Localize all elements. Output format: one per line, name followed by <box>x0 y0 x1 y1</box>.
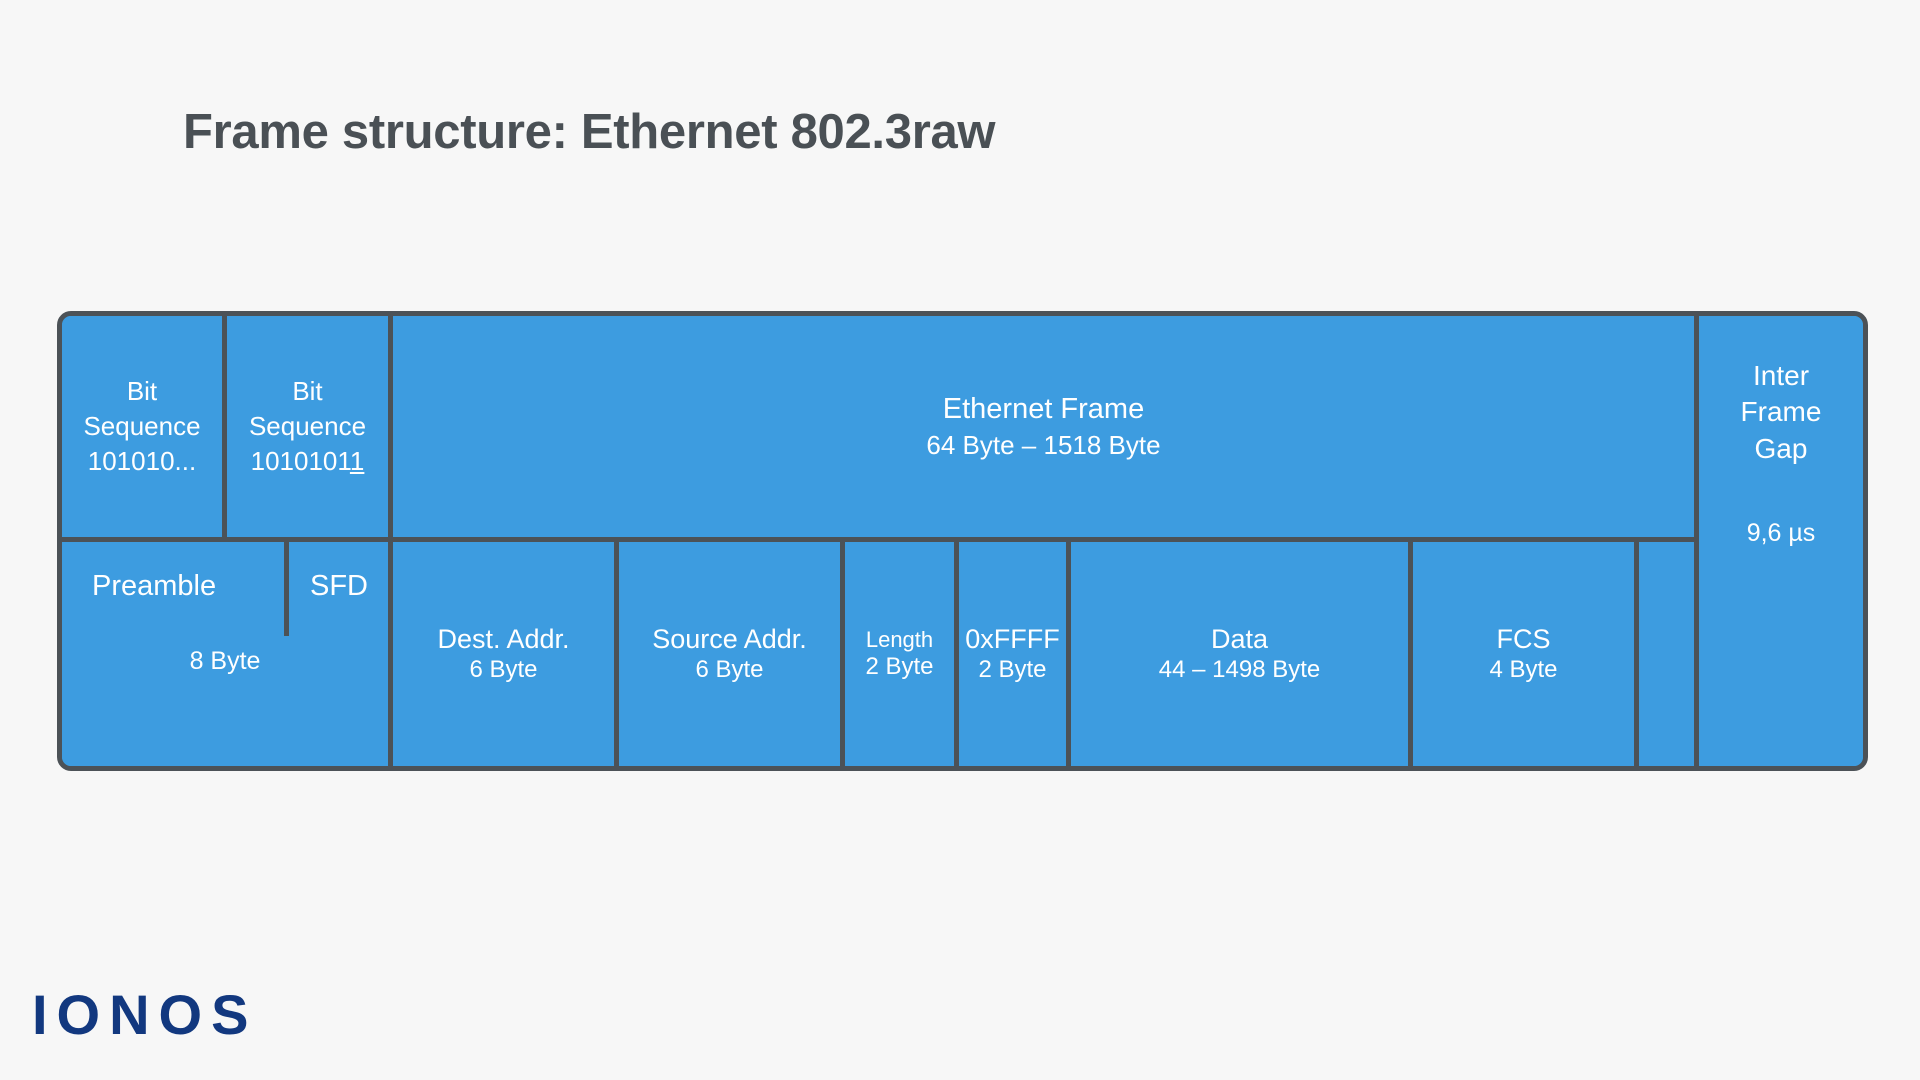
sfd-label: SFD <box>310 570 368 602</box>
cell-trailing-spacer <box>1639 542 1699 766</box>
cell-ethernet-frame: Ethernet Frame 64 Byte – 1518 Byte <box>393 316 1699 542</box>
fcs-size: 4 Byte <box>1489 655 1558 683</box>
ionos-logo: IONOS <box>32 983 258 1046</box>
source-addr-size: 6 Byte <box>695 655 764 683</box>
preamble-bits-line2: Sequence <box>83 411 201 442</box>
cell-preamble-bit-sequence: Bit Sequence 101010... <box>62 316 227 542</box>
cell-preamble: Preamble SFD 8 Byte <box>62 542 393 766</box>
preamble-label: Preamble <box>92 570 217 602</box>
ifg-line2: Frame <box>1740 396 1822 428</box>
type-size: 2 Byte <box>978 655 1047 683</box>
cell-type-0xffff: 0xFFFF 2 Byte <box>959 542 1071 766</box>
frame-structure-diagram: Bit Sequence 101010... Bit Sequence 1010… <box>57 311 1868 771</box>
sfd-bits-line3: 1010101 <box>250 445 350 476</box>
preamble-bits-line3: 101010... <box>87 445 197 476</box>
sfd-bits-line2: Sequence <box>248 411 367 442</box>
preamble-bits-line1: Bit <box>126 376 158 407</box>
page-title: Frame structure: Ethernet 802.3raw <box>183 105 996 159</box>
data-label: Data <box>1210 624 1269 655</box>
length-size: 2 Byte <box>865 652 934 680</box>
dest-addr-label: Dest. Addr. <box>437 624 570 655</box>
type-label: 0xFFFF <box>965 624 1060 655</box>
length-label: Length <box>865 627 934 653</box>
ifg-duration: 9,6 µs <box>1746 519 1816 548</box>
fcs-label: FCS <box>1496 624 1551 655</box>
cell-fcs: FCS 4 Byte <box>1413 542 1639 766</box>
cell-sfd-bit-sequence: Bit Sequence 10101011 <box>227 316 393 542</box>
cell-data: Data 44 – 1498 Byte <box>1071 542 1413 766</box>
dest-addr-size: 6 Byte <box>469 655 538 683</box>
data-size: 44 – 1498 Byte <box>1158 655 1321 683</box>
ethernet-frame-size: 64 Byte – 1518 Byte <box>926 430 1161 461</box>
source-addr-label: Source Addr. <box>652 624 807 655</box>
sfd-bits-line3-underlined: 1 <box>349 445 365 476</box>
cell-length: Length 2 Byte <box>845 542 959 766</box>
ifg-line1: Inter <box>1752 360 1810 391</box>
ethernet-frame-label: Ethernet Frame <box>942 392 1145 425</box>
sfd-bits-line1: Bit <box>292 376 323 407</box>
cell-destination-address: Dest. Addr. 6 Byte <box>393 542 619 766</box>
preamble-size: 8 Byte <box>189 647 261 675</box>
cell-source-address: Source Addr. 6 Byte <box>619 542 845 766</box>
cell-inter-frame-gap: Inter Frame Gap 9,6 µs <box>1699 316 1863 766</box>
ifg-line3: Gap <box>1754 432 1808 464</box>
preamble-sfd-divider <box>284 542 289 636</box>
